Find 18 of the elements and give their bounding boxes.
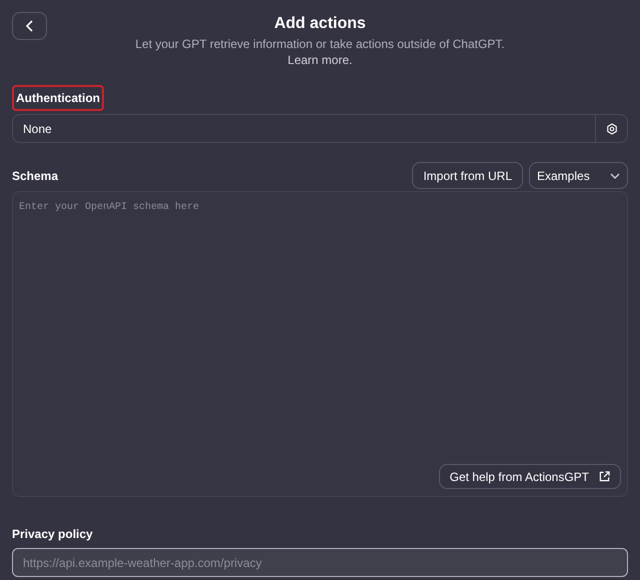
examples-dropdown[interactable]: Examples <box>529 162 628 189</box>
schema-editor[interactable]: Enter your OpenAPI schema here Get help from ActionsGPT <box>12 191 628 497</box>
external-link-icon <box>599 471 610 482</box>
page-title: Add actions <box>274 14 366 34</box>
page-subtitle: Let your GPT retrieve information or take actions outside of ChatGPT. <box>135 36 505 52</box>
help-button[interactable]: Get help from ActionsGPT <box>438 464 621 489</box>
authentication-value: None <box>22 120 53 138</box>
import-button[interactable]: Import from URL <box>412 162 523 189</box>
highlighted-authentication-label: Authentication <box>12 85 104 111</box>
schema-label: Schema <box>12 168 58 184</box>
privacy-policy-label: Privacy policy <box>12 526 94 543</box>
authentication-field[interactable]: None <box>12 114 628 143</box>
settings-icon <box>606 122 618 134</box>
chevron-down-icon <box>610 172 620 178</box>
privacy-policy-field[interactable]: https://api.example-weather-app.com/privacy <box>12 548 628 577</box>
learn-more-link[interactable]: Learn more. <box>288 52 352 68</box>
back-button[interactable] <box>12 12 47 40</box>
chevron-left-icon <box>24 20 34 32</box>
